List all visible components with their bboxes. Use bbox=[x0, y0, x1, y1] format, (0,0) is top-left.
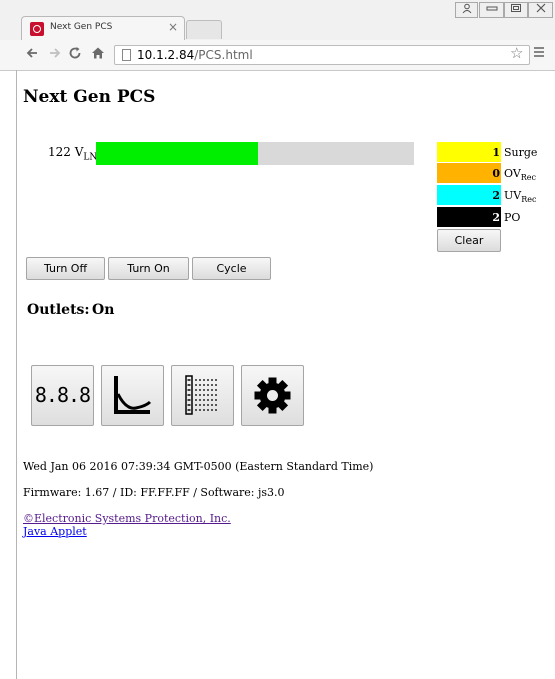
tab-next-gen-pcs[interactable]: Next Gen PCS × bbox=[21, 16, 185, 41]
graph-icon bbox=[114, 376, 152, 414]
event-label: PO bbox=[504, 211, 520, 224]
close-icon[interactable] bbox=[528, 2, 553, 18]
voltage-value: 122 V bbox=[48, 145, 84, 159]
favicon-icon bbox=[30, 22, 44, 36]
page-title: Next Gen PCS bbox=[23, 87, 156, 107]
tab-close-icon[interactable]: × bbox=[168, 20, 178, 34]
url-text[interactable]: 10.1.2.84/PCS.html bbox=[137, 48, 253, 62]
url-path: /PCS.html bbox=[194, 48, 253, 62]
meter-icon: 8.8.8 bbox=[34, 383, 91, 407]
settings-button[interactable] bbox=[241, 365, 304, 426]
tab-bar: Next Gen PCS × bbox=[0, 0, 555, 41]
event-count: 2 bbox=[492, 189, 500, 202]
user-icon[interactable] bbox=[455, 2, 478, 18]
gear-icon bbox=[254, 377, 291, 414]
cycle-button[interactable]: Cycle bbox=[192, 257, 271, 280]
event-label-text: PO bbox=[504, 211, 521, 224]
voltage-bar-fill bbox=[96, 142, 259, 165]
menu-icon[interactable] bbox=[533, 46, 545, 62]
graph-button[interactable] bbox=[101, 365, 164, 426]
event-count: 2 bbox=[492, 211, 500, 224]
event-row-2: 2 bbox=[437, 185, 501, 205]
outlets-label: Outlets: bbox=[27, 302, 90, 318]
event-count: 0 bbox=[492, 167, 500, 180]
event-row-3: 2 bbox=[437, 207, 501, 227]
event-label-sub: Rec bbox=[520, 173, 537, 183]
event-label-text: UV bbox=[504, 189, 522, 202]
event-label: UVRec bbox=[504, 189, 536, 204]
new-tab-button[interactable] bbox=[186, 20, 222, 39]
voltage-bar bbox=[96, 142, 414, 165]
event-row-0: 1 bbox=[437, 142, 501, 162]
log-button[interactable] bbox=[171, 365, 234, 426]
event-label-text: OV bbox=[504, 167, 521, 180]
log-icon bbox=[185, 375, 218, 415]
company-link[interactable]: ©Electronic Systems Protection, Inc. bbox=[23, 512, 231, 525]
java-applet-link[interactable]: Java Applet bbox=[23, 525, 87, 538]
back-arrow-icon[interactable] bbox=[25, 46, 39, 64]
forward-arrow-icon[interactable] bbox=[48, 46, 62, 64]
event-label: Surge bbox=[504, 146, 537, 159]
home-icon[interactable] bbox=[91, 46, 105, 64]
firmware-text: Firmware: 1.67 / ID: FF.FF.FF / Software… bbox=[23, 486, 285, 499]
voltage-label: 122 VLN bbox=[48, 145, 97, 162]
meter-button[interactable]: 8.8.8 bbox=[31, 365, 94, 426]
event-label: OVRec bbox=[504, 167, 536, 182]
reload-icon[interactable] bbox=[68, 46, 82, 64]
event-count: 1 bbox=[492, 146, 500, 159]
datetime-text: Wed Jan 06 2016 07:39:34 GMT-0500 (Easte… bbox=[23, 460, 374, 473]
url-host: 10.1.2.84 bbox=[137, 48, 195, 62]
minimize-icon[interactable] bbox=[479, 2, 504, 18]
star-icon[interactable]: ☆ bbox=[510, 44, 523, 62]
event-label-sub: Rec bbox=[521, 195, 537, 205]
clear-button[interactable]: Clear bbox=[437, 229, 501, 252]
event-row-1: 0 bbox=[437, 163, 501, 183]
maximize-icon[interactable] bbox=[504, 2, 528, 18]
browser-toolbar: 10.1.2.84/PCS.html bbox=[0, 40, 555, 70]
outlets-state: On bbox=[92, 302, 115, 318]
turn-on-button[interactable]: Turn On bbox=[108, 257, 189, 280]
event-label-text: Surge bbox=[504, 146, 538, 159]
page-icon bbox=[122, 49, 131, 61]
browser-chrome: Next Gen PCS × 10.1.2.84/PCS.html bbox=[0, 0, 555, 71]
tab-title: Next Gen PCS bbox=[50, 22, 113, 32]
address-bar[interactable]: 10.1.2.84/PCS.html bbox=[114, 45, 530, 65]
turn-off-button[interactable]: Turn Off bbox=[26, 257, 105, 280]
